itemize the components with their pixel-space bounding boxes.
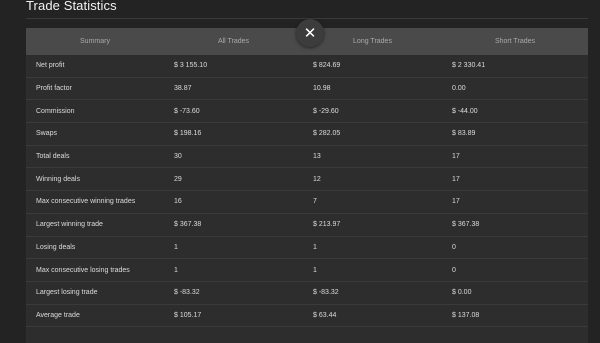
- row-label: Max consecutive winning trades: [36, 198, 136, 206]
- table-row: Average trade $ 105.17 $ 63.44 $ 137.08: [26, 305, 588, 328]
- row-label: Losing deals: [36, 243, 76, 251]
- table-row: Net profit $ 3 155.10 $ 824.69 $ 2 330.41: [26, 55, 588, 78]
- short-trades-value: $ 137.08: [452, 311, 480, 319]
- long-trades-value: $ 63.44: [313, 311, 337, 319]
- all-trades-value: $ 3 155.10: [174, 62, 208, 70]
- page-title: Trade Statistics: [26, 0, 117, 13]
- column-header-long-trades: Long Trades: [353, 38, 392, 45]
- table-row: Commission $ -73.60 $ -29.60 $ -44.00: [26, 100, 588, 124]
- column-header-summary: Summary: [80, 38, 110, 45]
- table-row: Swaps $ 198.16 $ 282.05 $ 83.89: [26, 123, 588, 146]
- short-trades-value: 0.00: [452, 85, 466, 93]
- row-label: Average trade: [36, 311, 80, 319]
- table-row: Winning deals 29 12 17: [26, 168, 588, 192]
- long-trades-value: $ 213.97: [313, 221, 341, 229]
- short-trades-value: 0: [452, 266, 456, 274]
- table-row: Largest losing trade $ -83.32 $ -83.32 $ 0.…: [26, 282, 588, 305]
- long-trades-value: $ 282.05: [313, 130, 341, 138]
- row-label: Swaps: [36, 130, 58, 138]
- column-header-short-trades: Short Trades: [494, 38, 536, 45]
- long-trades-value: 13: [313, 153, 321, 161]
- all-trades-value: $ -83.32: [174, 289, 200, 297]
- row-label: Total deals: [36, 153, 70, 161]
- long-trades-value: $ -29.60: [313, 107, 339, 115]
- all-trades-value: 29: [174, 175, 182, 183]
- column-header-all-trades: All Trades: [217, 38, 250, 45]
- long-trades-value: $ 824.69: [313, 62, 341, 70]
- all-trades-value: $ 105.17: [174, 311, 202, 319]
- table-body: Net profit $ 3 155.10 $ 824.69 $ 2 330.41 Pr…: [26, 55, 588, 328]
- all-trades-value: $ 198.16: [174, 130, 202, 138]
- row-label: Profit factor: [36, 85, 72, 93]
- short-trades-value: 0: [452, 243, 456, 251]
- table-row: Total deals 30 13 17: [26, 146, 588, 169]
- all-trades-value: $ 367.38: [174, 221, 202, 229]
- all-trades-value: 30: [174, 153, 182, 161]
- long-trades-value: 10.98: [313, 85, 331, 93]
- short-trades-value: 17: [452, 153, 460, 161]
- short-trades-value: $ -44.00: [452, 107, 478, 115]
- row-label: Commission: [36, 107, 75, 115]
- table-row: Losing deals 1 1 0: [26, 237, 588, 260]
- table-row: Max consecutive winning trades 16 7 17: [26, 191, 588, 214]
- row-label: Largest winning trade: [36, 221, 103, 229]
- long-trades-value: $ -83.32: [313, 289, 339, 297]
- long-trades-value: 7: [313, 198, 317, 206]
- all-trades-value: 1: [174, 266, 178, 274]
- all-trades-value: 1: [174, 243, 178, 251]
- short-trades-value: $ 367.38: [452, 221, 480, 229]
- long-trades-value: 1: [313, 243, 317, 251]
- table-row: Profit factor 38.87 10.98 0.00: [26, 78, 588, 101]
- row-label: Max consecutive losing trades: [36, 266, 130, 274]
- short-trades-value: $ 0.00: [452, 289, 472, 297]
- short-trades-value: 17: [452, 198, 460, 206]
- close-button[interactable]: ✕: [296, 19, 324, 47]
- table-row: Largest winning trade $ 367.38 $ 213.97 $ 3…: [26, 214, 588, 237]
- long-trades-value: 1: [313, 266, 317, 274]
- short-trades-value: 17: [452, 175, 460, 183]
- row-label: Net profit: [36, 62, 65, 70]
- all-trades-value: $ -73.60: [174, 107, 200, 115]
- short-trades-value: $ 83.89: [452, 130, 476, 138]
- all-trades-value: 16: [174, 198, 182, 206]
- long-trades-value: 12: [313, 175, 321, 183]
- close-icon: ✕: [303, 25, 317, 42]
- row-label: Winning deals: [36, 175, 80, 183]
- table-row: Max consecutive losing trades 1 1 0: [26, 259, 588, 282]
- all-trades-value: 38.87: [174, 85, 192, 93]
- short-trades-value: $ 2 330.41: [452, 62, 486, 70]
- statistics-table: Summary All Trades Long Trades Short Tra…: [26, 28, 588, 343]
- row-label: Largest losing trade: [36, 289, 98, 297]
